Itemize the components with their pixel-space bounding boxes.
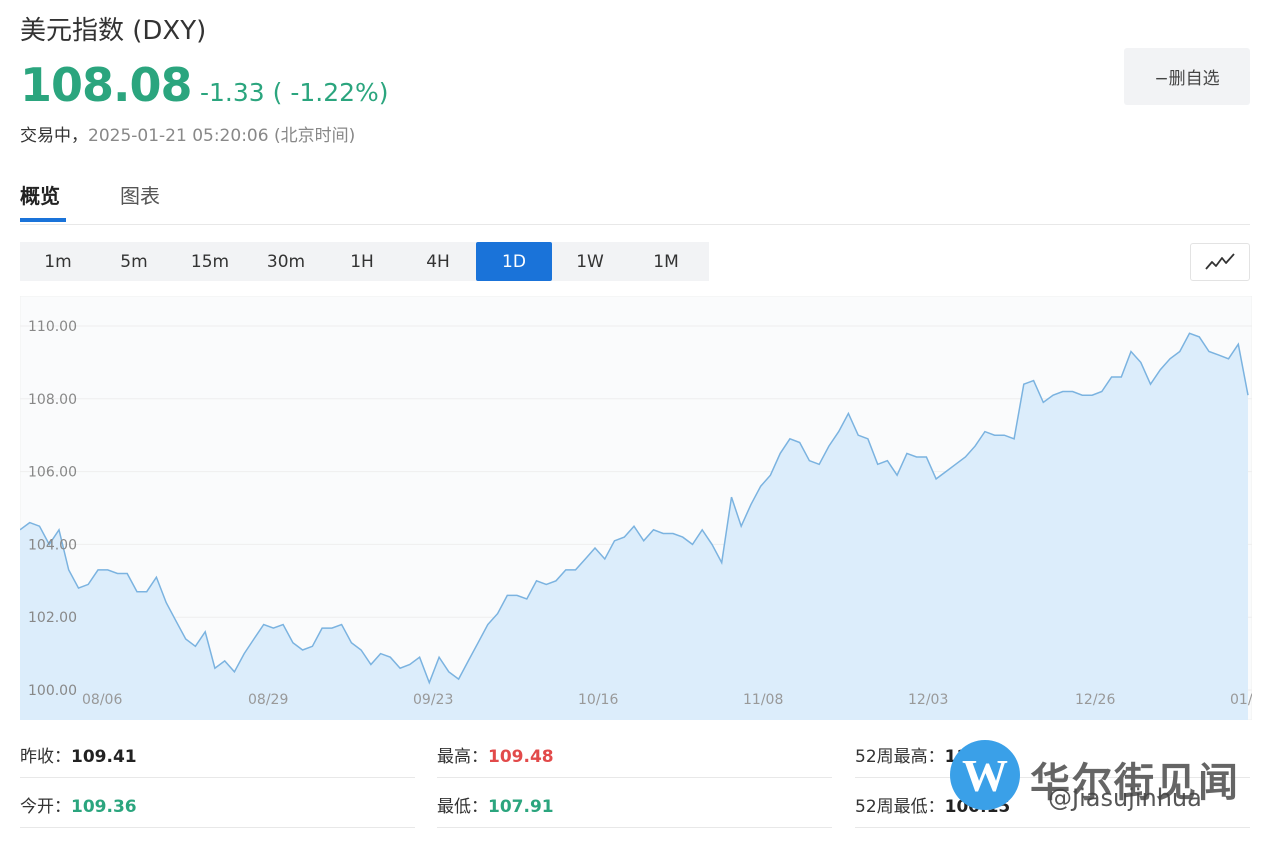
x-tick-label: 11/08 — [743, 692, 783, 708]
y-tick-label: 102.00 — [28, 610, 77, 626]
stat-value: 109.48 — [488, 747, 554, 767]
watermark-logo: W — [950, 740, 1020, 810]
period-1mo[interactable]: 1M — [628, 242, 704, 281]
tab-chart[interactable]: 图表 — [120, 180, 160, 209]
period-1h[interactable]: 1H — [324, 242, 400, 281]
stat-prev-close: 昨收：109.41 — [20, 742, 137, 767]
line-chart-icon — [1205, 253, 1235, 270]
row-divider — [437, 777, 832, 778]
y-tick-label: 106.00 — [28, 465, 77, 481]
x-tick-label: 12/03 — [908, 692, 948, 708]
price-chart: 100.00 102.00 104.00 106.00 108.00 110.00 08/… — [20, 296, 1252, 720]
period-1w[interactable]: 1W — [552, 242, 628, 281]
watermark-handle: @Jiasujinhua — [1048, 784, 1202, 812]
y-tick-label: 110.00 — [28, 319, 77, 335]
remove-watchlist-button[interactable]: −删自选 — [1124, 48, 1250, 105]
current-price: 108.08 — [20, 58, 193, 112]
stat-label: 昨收： — [20, 747, 71, 767]
x-tick-label: 08/29 — [248, 692, 288, 708]
y-tick-label: 100.00 — [28, 683, 77, 699]
page-title: 美元指数 (DXY) — [20, 16, 207, 46]
x-tick-label: 08/06 — [82, 692, 122, 708]
row-divider — [20, 777, 415, 778]
row-divider — [20, 827, 415, 828]
stat-label: 52周最低： — [855, 797, 945, 817]
stat-high: 最高：109.48 — [437, 742, 554, 767]
update-datetime: 2025-01-21 05:20:06 (北京时间) — [88, 126, 356, 146]
chart-type-button[interactable] — [1190, 243, 1250, 281]
stat-value: 109.41 — [71, 747, 137, 767]
stat-low: 最低：107.91 — [437, 792, 554, 817]
row-divider — [855, 827, 1250, 828]
tab-overview[interactable]: 概览 — [20, 180, 60, 209]
stat-label: 最高： — [437, 747, 488, 767]
stat-value: 107.91 — [488, 797, 554, 817]
stat-open: 今开：109.36 — [20, 792, 137, 817]
stat-label: 最低： — [437, 797, 488, 817]
trade-status-label: 交易中， — [20, 126, 88, 146]
period-1d[interactable]: 1D — [476, 242, 552, 281]
period-4h[interactable]: 4H — [400, 242, 476, 281]
x-tick-label: 09/23 — [413, 692, 453, 708]
row-divider — [437, 827, 832, 828]
x-tick-label: 01/2 — [1230, 692, 1252, 708]
period-15m[interactable]: 15m — [172, 242, 248, 281]
y-tick-label: 104.00 — [28, 537, 77, 553]
tab-divider — [20, 224, 1250, 225]
y-tick-label: 108.00 — [28, 392, 77, 408]
price-change: -1.33 ( -1.22%) — [200, 78, 389, 107]
period-30m[interactable]: 30m — [248, 242, 324, 281]
active-tab-indicator — [20, 218, 66, 222]
trade-status: 交易中，2025-01-21 05:20:06 (北京时间) — [20, 121, 355, 146]
x-tick-label: 10/16 — [578, 692, 618, 708]
stat-label: 今开： — [20, 797, 71, 817]
period-5m[interactable]: 5m — [96, 242, 172, 281]
x-tick-label: 12/26 — [1075, 692, 1115, 708]
period-selector: 1m 5m 15m 30m 1H 4H 1D 1W 1M — [20, 242, 709, 281]
stat-label: 52周最高： — [855, 747, 945, 767]
period-1m[interactable]: 1m — [20, 242, 96, 281]
stat-value: 109.36 — [71, 797, 137, 817]
